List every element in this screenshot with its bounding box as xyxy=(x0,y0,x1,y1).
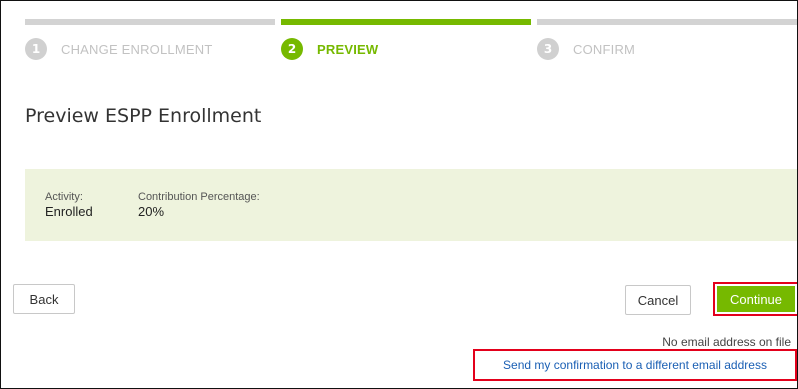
step-bar xyxy=(25,19,275,25)
step-confirm: 3 CONFIRM xyxy=(537,19,797,63)
cancel-button[interactable]: Cancel xyxy=(625,285,691,315)
contribution-label: Contribution Percentage: xyxy=(138,191,260,203)
step-label: CHANGE ENROLLMENT xyxy=(61,42,213,57)
activity-field: Activity: Enrolled xyxy=(45,191,93,220)
continue-button[interactable]: Continue xyxy=(713,282,797,316)
step-change-enrollment: 1 CHANGE ENROLLMENT xyxy=(25,19,275,63)
step-bar xyxy=(537,19,797,25)
step-preview: 2 PREVIEW xyxy=(281,19,531,63)
step-number-badge: 3 xyxy=(537,38,559,60)
contribution-value: 20% xyxy=(138,204,165,219)
step-number-badge: 2 xyxy=(281,38,303,60)
contribution-field: Contribution Percentage: 20% xyxy=(138,191,260,220)
step-label: PREVIEW xyxy=(317,42,379,57)
activity-label: Activity: xyxy=(45,191,83,203)
progress-stepper: 1 CHANGE ENROLLMENT 2 PREVIEW 3 CONFIRM xyxy=(25,19,797,63)
back-button[interactable]: Back xyxy=(13,284,75,314)
step-bar xyxy=(281,19,531,25)
different-email-link[interactable]: Send my confirmation to a different emai… xyxy=(503,358,767,372)
email-status-note: No email address on file xyxy=(662,335,791,349)
email-link-highlight: Send my confirmation to a different emai… xyxy=(473,349,797,381)
step-number-badge: 1 xyxy=(25,38,47,60)
activity-value: Enrolled xyxy=(45,204,93,219)
enrollment-summary-panel: Activity: Enrolled Contribution Percenta… xyxy=(25,169,797,241)
step-label: CONFIRM xyxy=(573,42,636,57)
page-title: Preview ESPP Enrollment xyxy=(25,105,262,127)
page-frame: 1 CHANGE ENROLLMENT 2 PREVIEW 3 CONFIRM … xyxy=(0,0,798,389)
